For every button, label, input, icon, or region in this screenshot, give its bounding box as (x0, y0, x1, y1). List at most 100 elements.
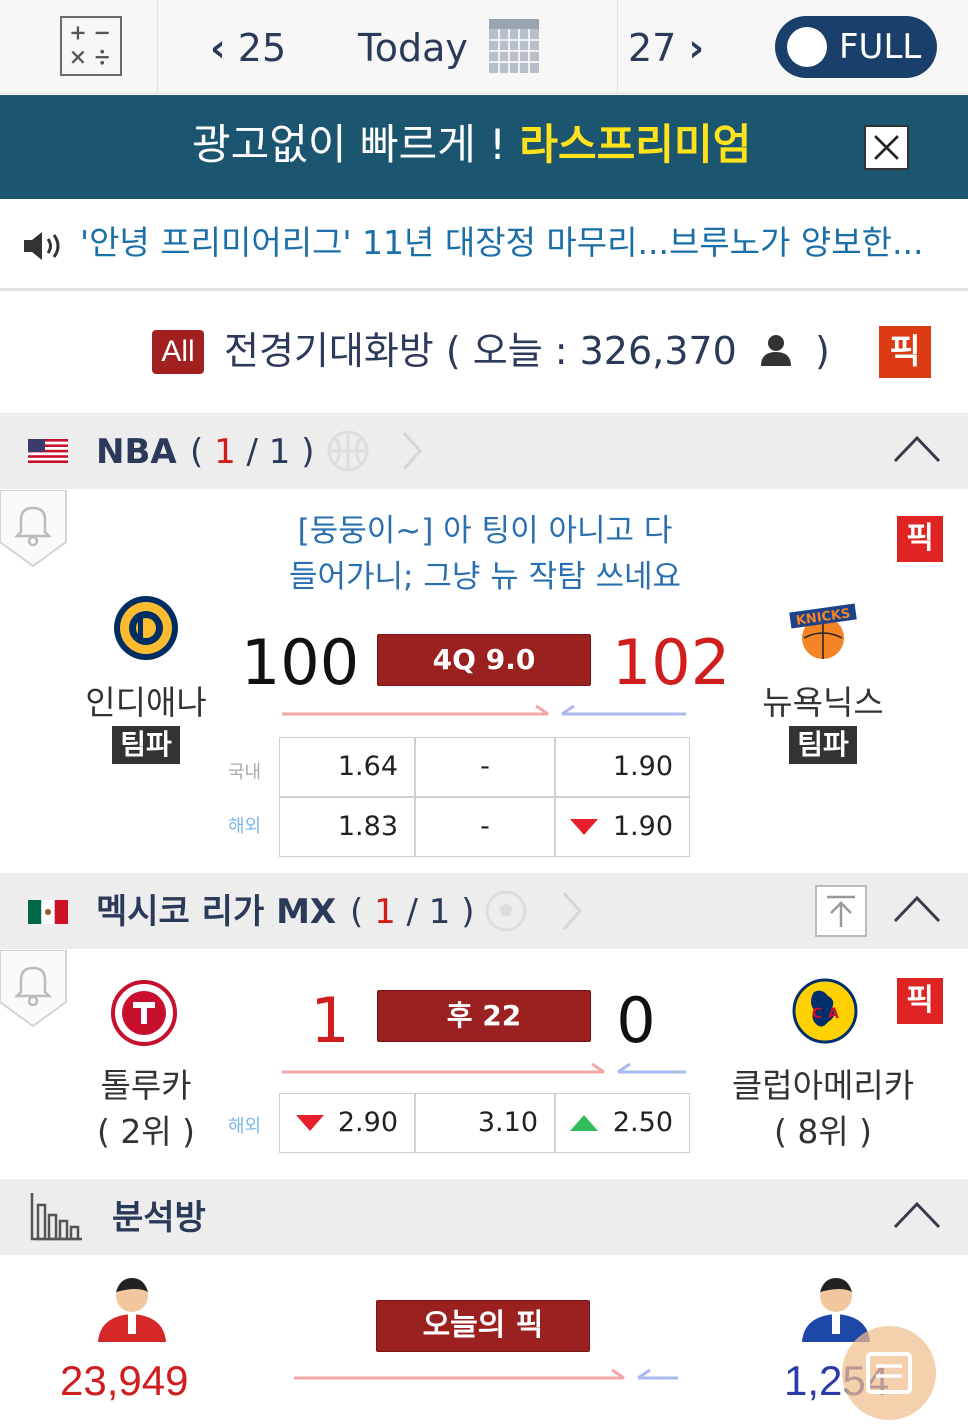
pick-button[interactable]: 픽 (897, 978, 943, 1024)
toluca-logo-icon[interactable] (111, 980, 177, 1046)
team-tag: 팀파 (112, 726, 180, 764)
all-badge: All (152, 330, 204, 374)
league-name: NBA (96, 432, 177, 472)
league-name: 멕시코 리가 MX (96, 892, 337, 932)
odds-label-domestic: 국내 (228, 762, 262, 783)
analysis-title: 분석방 (112, 1198, 206, 1238)
nav-divider (157, 0, 158, 94)
svg-text:A: A (828, 1006, 839, 1022)
next-date-button[interactable]: 27 › (628, 26, 704, 70)
analysis-ratio-bar (294, 1368, 678, 1380)
count-current: 1 (374, 892, 396, 932)
chat-room-title-end: ) (814, 329, 830, 373)
count-current: 1 (214, 432, 236, 472)
odds-home[interactable]: 1.64 (279, 737, 415, 797)
chevron-right-icon[interactable] (558, 889, 586, 933)
league-header-liga-mx[interactable]: 멕시코 리가 MX ( 1 / 1 ) (0, 873, 968, 949)
mexico-flag-icon (28, 900, 68, 924)
match-comment[interactable]: 들어가니; 그냥 뉴 작탐 쓰네요 (250, 554, 720, 600)
home-score: 100 (240, 626, 360, 699)
odds-label-overseas: 해외 (228, 816, 262, 837)
speaker-icon (24, 232, 60, 260)
count-total: / 1 ) (406, 892, 475, 932)
pacers-logo-icon[interactable] (112, 594, 180, 662)
odds-draw[interactable]: - (415, 737, 555, 797)
away-team-name[interactable]: 뉴욕닉스 (756, 683, 890, 723)
team-tag: 팀파 (789, 726, 857, 764)
home-team-name[interactable]: 인디애나 (80, 683, 212, 723)
full-toggle[interactable]: FULL (775, 16, 937, 78)
premium-banner[interactable]: 광고없이 빠르게 ! 라스프리미엄 (0, 95, 968, 199)
board-icon (866, 1352, 912, 1394)
knicks-logo-icon[interactable]: KNICKS (784, 594, 862, 662)
basketball-icon (327, 430, 369, 472)
today-pick-button[interactable]: 오늘의 픽 (376, 1300, 590, 1352)
away-score: 0 (616, 984, 656, 1057)
momentum-bar (282, 704, 686, 716)
pin-top-icon[interactable] (815, 885, 867, 937)
bell-icon[interactable] (0, 950, 68, 1030)
chevron-up-icon[interactable] (892, 433, 942, 465)
banner-highlight: 라스프리미엄 (519, 120, 752, 169)
league-count: ( 1 / 1 ) (350, 892, 475, 932)
chevron-left-icon: ‹ (210, 26, 226, 70)
calculator-icon[interactable] (60, 16, 122, 76)
prev-date-label: 25 (237, 26, 287, 70)
analysis-header[interactable]: 분석방 (0, 1179, 968, 1255)
count-open: ( (190, 432, 204, 472)
analyst-left-count: 23,949 (60, 1357, 189, 1404)
odds-home[interactable]: 1.83 (279, 797, 415, 857)
home-score: 1 (310, 984, 350, 1057)
match-status[interactable]: 4Q 9.0 (377, 634, 591, 686)
red-analyst-avatar[interactable] (92, 1272, 172, 1342)
league-count: ( 1 / 1 ) (190, 432, 315, 472)
nav-divider (617, 0, 618, 94)
pick-button[interactable]: 픽 (879, 326, 931, 378)
match-status[interactable]: 후 22 (377, 990, 591, 1042)
home-team-name[interactable]: 톨루카 (80, 1066, 212, 1106)
odds-away[interactable]: 1.90 (555, 737, 690, 797)
news-ticker[interactable]: '안녕 프리미어리그' 11년 대장정 마무리...브루노가 양보한... (0, 199, 968, 291)
odds-draw[interactable]: 3.10 (415, 1093, 555, 1153)
calendar-icon[interactable] (488, 18, 540, 74)
odds-down-icon (296, 1115, 324, 1131)
banner-message: 광고없이 빠르게 ! (192, 120, 507, 169)
bar-chart-icon (30, 1193, 82, 1241)
floating-board-button[interactable] (842, 1326, 936, 1420)
svg-text:C: C (812, 1006, 822, 1022)
soccer-ball-icon (485, 890, 527, 932)
top-nav: ‹ 25 Today 27 › FULL (0, 0, 968, 94)
match-comment[interactable]: [둥둥이~] 아 팅이 아니고 다 (250, 508, 720, 554)
full-toggle-label: FULL (839, 27, 922, 67)
next-date-label: 27 (628, 26, 677, 70)
toggle-knob (787, 27, 827, 67)
away-team-rank: ( 8위 ) (773, 1112, 873, 1151)
home-team-rank: ( 2위 ) (96, 1112, 196, 1151)
bell-icon[interactable] (0, 490, 68, 570)
odds-down-icon (570, 819, 598, 835)
banner-text: 광고없이 빠르게 ! 라스프리미엄 (192, 119, 751, 171)
usa-flag-icon (28, 439, 68, 463)
odds-up-icon (570, 1115, 598, 1131)
news-headline[interactable]: '안녕 프리미어리그' 11년 대장정 마무리...브루노가 양보한... (80, 221, 923, 265)
close-icon[interactable] (864, 125, 909, 170)
chevron-right-icon[interactable] (398, 429, 426, 473)
count-open: ( (350, 892, 364, 932)
chevron-up-icon[interactable] (892, 1199, 942, 1231)
away-score: 102 (611, 626, 731, 699)
count-total: / 1 ) (246, 432, 315, 472)
prev-date-button[interactable]: ‹ 25 (210, 26, 286, 70)
today-button[interactable]: Today (358, 26, 468, 70)
chat-room-title: 전경기대화방 ( 오늘 : 326,370 (224, 329, 737, 373)
chevron-right-icon: › (688, 26, 705, 70)
chevron-up-icon[interactable] (892, 893, 942, 925)
momentum-bar (282, 1062, 686, 1074)
club-america-logo-icon[interactable]: C A (792, 978, 858, 1044)
pick-button[interactable]: 픽 (897, 516, 943, 562)
odds-draw[interactable]: - (415, 797, 555, 857)
person-icon (760, 335, 791, 366)
league-header-nba[interactable]: NBA ( 1 / 1 ) (0, 413, 968, 489)
odds-label-overseas: 해외 (228, 1116, 262, 1137)
chat-room-link[interactable]: 전경기대화방 ( 오늘 : 326,370 ) (224, 326, 830, 376)
away-team-name[interactable]: 클럽아메리카 (730, 1066, 916, 1106)
